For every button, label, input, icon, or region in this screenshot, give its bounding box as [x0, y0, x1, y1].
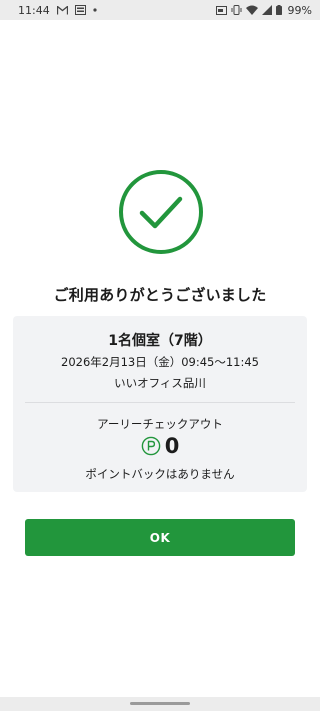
reservation-datetime: 2026年2月13日（金）09:45〜11:45: [61, 355, 259, 369]
thanks-message: ご利用ありがとうございました: [53, 286, 267, 304]
status-bar-left: 11:44: [18, 4, 97, 17]
navigation-bar: [0, 697, 320, 711]
dot-icon: [93, 8, 97, 12]
points-value: 0: [164, 434, 180, 458]
battery-percent: 99%: [287, 3, 312, 17]
gmail-icon: [56, 5, 68, 15]
signal-icon: [261, 5, 272, 15]
status-bar-right: 99%: [215, 3, 312, 17]
status-time: 11:44: [18, 3, 50, 17]
status-bar: 11:44 99%: [0, 0, 320, 20]
location-name: いいオフィス品川: [114, 376, 206, 390]
checkmark-circle-icon: [118, 169, 204, 255]
ok-button[interactable]: OK: [25, 519, 295, 556]
early-checkout-label: アーリーチェックアウト: [97, 417, 223, 431]
wifi-icon: [245, 5, 258, 15]
reservation-summary-card: 1名個室（7階） 2026年2月13日（金）09:45〜11:45 いいオフィス…: [13, 316, 307, 492]
card-divider: [25, 402, 295, 403]
cast-icon: [215, 5, 227, 15]
vibrate-icon: [231, 5, 242, 15]
image-icon: [74, 5, 86, 15]
no-pointback-message: ポイントバックはありません: [85, 467, 235, 481]
battery-icon: [275, 5, 282, 15]
point-icon: [141, 436, 161, 456]
home-gesture-handle[interactable]: [130, 702, 190, 705]
points-row: 0: [13, 434, 307, 458]
room-name: 1名個室（7階）: [108, 333, 212, 349]
